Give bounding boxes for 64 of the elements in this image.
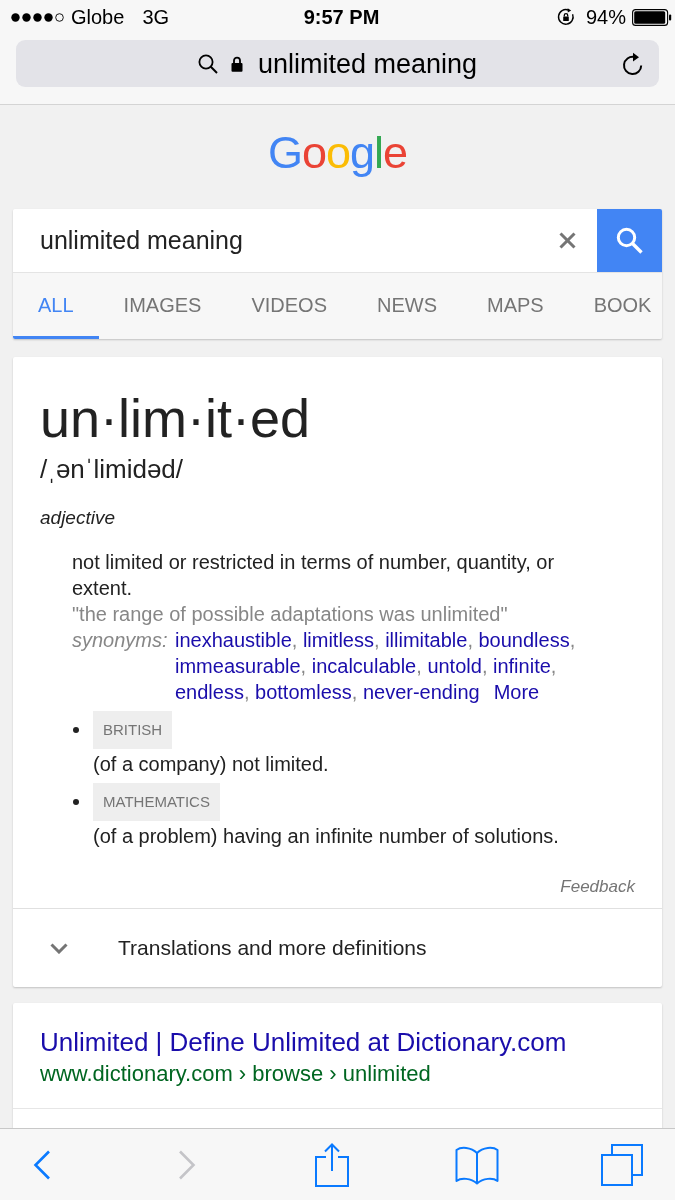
search-icon [197,53,218,74]
clear-button[interactable] [547,209,597,272]
synonyms-label: synonyms: [72,628,169,653]
example-text: "the range of possible adaptations was unlimited" [72,602,509,627]
category-tag: BRITISH [93,711,173,749]
reload-icon [622,51,644,76]
comma-text: , [569,629,576,651]
address-field[interactable]: unlimited meaning [16,40,659,87]
pronunciation-text: /ˌənˈlimidəd/ [40,454,185,484]
comma-text: , [481,655,488,677]
more-definitions-button[interactable]: Translations and more definitions [13,908,662,987]
signal-icon [11,12,66,22]
feedback-link[interactable]: Feedback [560,875,635,899]
category-tag: MATHEMATICS [93,783,220,821]
comma-text: , [351,681,358,703]
search-field[interactable]: unlimited meaning [13,209,547,272]
chevron-right-icon [178,1149,196,1180]
synonym-link[interactable]: endless [175,681,244,703]
sense-text: (of a problem) having an infinite number of solutions. [93,824,559,849]
result-title-link[interactable]: Unlimited | Define Unlimited at Dictionary.com [40,1027,635,1057]
synonym-link[interactable]: limitless [302,629,374,651]
search-icon [616,227,643,254]
search-tab[interactable]: BOOK [568,273,652,339]
share-icon [315,1142,349,1187]
comma-text: , [291,629,298,651]
definition-text: not limited or restricted in terms of number, quantity, or extent. [72,550,556,601]
rotation-lock-icon [556,8,575,26]
synonym-link[interactable]: inexhaustible [175,629,292,651]
comma-text: , [416,655,422,677]
battery-icon [632,8,672,26]
bullet-icon [73,727,79,733]
bullet-icon [73,799,79,805]
comma-text: , [467,629,473,651]
comma-text: , [300,655,307,677]
synonym-link[interactable]: incalculable [311,655,417,677]
synonym-link[interactable]: immeasurable [175,655,301,677]
google-logo: Google [267,130,408,175]
synonym-link[interactable]: never-ending [362,681,480,703]
synonym-link[interactable]: boundless [478,629,570,651]
search-button[interactable] [597,209,662,272]
synonym-link[interactable]: illimitable [385,629,468,651]
search-tab[interactable]: NEWS [351,273,462,339]
battery-percent-text: 94% [585,5,626,30]
synonym-link[interactable]: bottomless [255,681,352,703]
result-url: www.dictionary.com › browse › unlimited [40,1061,432,1087]
squares-icon [601,1143,643,1186]
search-tab[interactable]: IMAGES [98,273,227,339]
more-link[interactable]: More [493,681,540,703]
close-icon [558,232,576,249]
clock-text: 9:57 PM [303,5,380,30]
headword: un·lim·it·ed [40,391,312,445]
synonym-link[interactable]: untold [427,655,482,677]
search-tab[interactable]: VIDEOS [226,273,352,339]
part-of-speech: adjective [40,506,116,530]
sense-text: (of a company) not limited. [93,752,329,777]
chevron-left-icon [33,1149,51,1180]
book-icon [455,1144,499,1185]
comma-text: , [550,655,557,677]
carrier-text: Globe [71,5,125,30]
synonym-link[interactable]: infinite [493,655,551,677]
network-text: 3G [142,5,170,30]
comma-text: , [374,629,380,651]
comma-text: , [243,681,250,703]
search-tab[interactable]: MAPS [461,273,569,339]
